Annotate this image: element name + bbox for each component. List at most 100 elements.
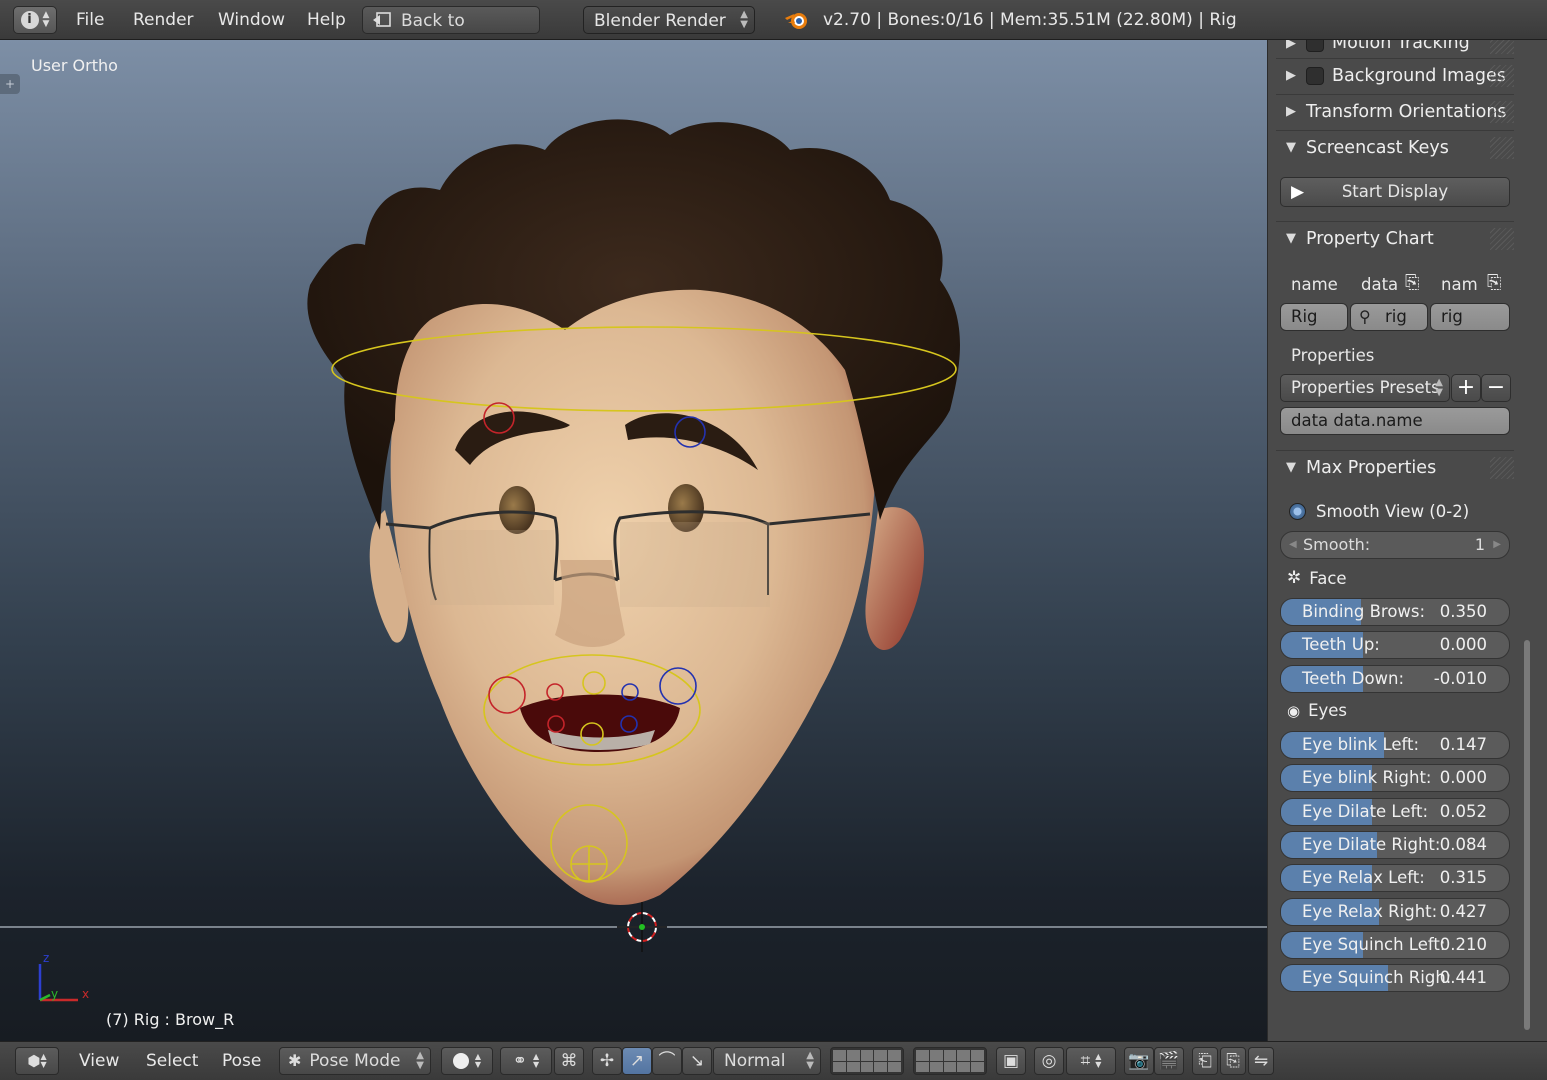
- eyes-group-header: ◉ Eyes: [1287, 701, 1347, 720]
- mode-select[interactable]: ✱ Pose Mode ▲ ▼: [279, 1047, 431, 1075]
- smooth-view-label: Smooth View (0-2): [1316, 502, 1470, 521]
- slider-label: Binding Brows:: [1302, 602, 1426, 621]
- transform-orientation-select[interactable]: Normal ▲ ▼: [713, 1047, 821, 1075]
- 3d-viewport[interactable]: z y x + User Ortho (7) Rig : Brow_R: [0, 40, 1267, 1041]
- layer-buttons-group-b[interactable]: [913, 1047, 987, 1075]
- updown-arrows-icon: ▲ ▼: [1435, 377, 1443, 398]
- eye-slider[interactable]: Eye Squinch Righ: 0.441: [1280, 964, 1510, 993]
- panel-property-chart[interactable]: ▼ Property Chart: [1276, 221, 1514, 255]
- chart-field-armature[interactable]: ⚲ rig: [1350, 303, 1428, 331]
- layer-buttons-group-a[interactable]: [830, 1047, 904, 1075]
- menu-file[interactable]: File: [76, 6, 104, 34]
- start-display-button[interactable]: ▶ Start Display: [1280, 177, 1510, 207]
- eye-icon: ◉: [1287, 701, 1301, 720]
- 3d-cursor-icon[interactable]: [617, 902, 667, 952]
- collapse-arrow-icon: ▼: [1286, 231, 1296, 246]
- drag-grip-icon[interactable]: [1490, 40, 1514, 54]
- face-slider[interactable]: Teeth Up: 0.000: [1280, 631, 1510, 660]
- right-ear: [865, 507, 924, 651]
- properties-presets-select[interactable]: Properties Presets ▲ ▼: [1280, 374, 1450, 402]
- rotate-manipulator-button[interactable]: ↗: [622, 1047, 652, 1075]
- paste-pose-button[interactable]: ⎘: [1220, 1047, 1246, 1075]
- menu-help[interactable]: Help: [307, 6, 346, 34]
- menu-window[interactable]: Window: [218, 6, 285, 34]
- scale-manipulator-button[interactable]: ⌒: [652, 1047, 682, 1075]
- menu-render[interactable]: Render: [133, 6, 194, 34]
- properties-region[interactable]: ▶ Motion Tracking ▶ Background Images ▶ …: [1267, 40, 1547, 1041]
- background-images-checkbox[interactable]: [1306, 66, 1324, 85]
- drag-grip-icon[interactable]: [1490, 137, 1514, 159]
- menu-pose[interactable]: Pose: [222, 1047, 261, 1075]
- scene-render[interactable]: z y x: [0, 40, 1267, 1041]
- render-button[interactable]: 📷: [1124, 1047, 1154, 1075]
- camera-icon: 📷: [1128, 1051, 1150, 1071]
- paste-icon[interactable]: ⎘: [1487, 272, 1501, 293]
- paste-flipped-pose-button[interactable]: ⇋: [1248, 1047, 1274, 1075]
- panel-scrollbar[interactable]: [1524, 640, 1530, 1030]
- eye-slider[interactable]: Eye Relax Right: 0.427: [1280, 897, 1510, 926]
- add-preset-button[interactable]: +: [1451, 374, 1481, 402]
- slider-value: 0.315: [1439, 868, 1487, 888]
- pivot-point-select[interactable]: ⚭ ▲ ▼: [500, 1047, 552, 1075]
- panel-motion-tracking[interactable]: ▶ Motion Tracking: [1276, 40, 1514, 60]
- pin-manipulator-button[interactable]: ↘: [682, 1047, 712, 1075]
- viewport-shading-select[interactable]: ▲ ▼: [441, 1047, 493, 1075]
- decrement-arrow-icon[interactable]: ◀: [1289, 532, 1297, 558]
- arrow-icon: ↗: [629, 1051, 645, 1071]
- render-animation-button[interactable]: 🎬: [1154, 1047, 1184, 1075]
- smooth-view-radio[interactable]: Smooth View (0-2): [1289, 502, 1469, 521]
- increment-arrow-icon[interactable]: ▶: [1493, 532, 1501, 558]
- chart-field-name[interactable]: rig: [1430, 303, 1510, 331]
- snap-element-select[interactable]: ⌗ ▲ ▼: [1066, 1047, 1116, 1075]
- chart-field-rig[interactable]: Rig: [1280, 303, 1348, 331]
- toolshelf-toggle-icon[interactable]: +: [0, 74, 20, 94]
- eye-slider[interactable]: Eye blink Right: 0.000: [1280, 764, 1510, 793]
- updown-arrows-icon: ▲ ▼: [40, 1052, 47, 1069]
- menu-select[interactable]: Select: [146, 1047, 198, 1075]
- data-path-field[interactable]: data data.name: [1280, 407, 1510, 435]
- paste-icon[interactable]: ⎘: [1405, 272, 1419, 293]
- slider-label: Eye blink Left:: [1302, 735, 1420, 754]
- motion-tracking-label: Motion Tracking: [1332, 40, 1470, 53]
- face-slider[interactable]: Binding Brows: 0.350: [1280, 598, 1510, 626]
- drag-grip-icon[interactable]: [1490, 101, 1514, 123]
- eye-slider[interactable]: Eye Dilate Left: 0.052: [1280, 797, 1510, 826]
- proportional-edit-button[interactable]: ◎: [1034, 1047, 1064, 1075]
- panel-max-properties[interactable]: ▼ Max Properties: [1276, 450, 1514, 484]
- menu-view[interactable]: View: [79, 1047, 119, 1075]
- translate-manipulator-button[interactable]: ✢: [592, 1047, 622, 1075]
- eye-slider[interactable]: Eye blink Left: 0.147: [1280, 731, 1510, 759]
- view-name: User Ortho: [31, 56, 118, 75]
- drag-grip-icon[interactable]: [1490, 228, 1514, 250]
- copy-pose-button[interactable]: ⎗: [1192, 1047, 1218, 1075]
- eye-slider[interactable]: Eye Relax Left: 0.315: [1280, 864, 1510, 893]
- editor-type-button[interactable]: i ▲ ▼: [13, 6, 57, 34]
- eye-slider[interactable]: Eye Squinch Left: 0.210: [1280, 930, 1510, 959]
- face-slider[interactable]: Teeth Down: -0.010: [1280, 664, 1510, 693]
- panel-background-images[interactable]: ▶ Background Images: [1276, 58, 1514, 92]
- drag-grip-icon[interactable]: [1490, 65, 1514, 87]
- properties-presets-label: Properties Presets: [1291, 378, 1440, 397]
- editor-type-button[interactable]: ⬢ ▲ ▼: [15, 1047, 59, 1075]
- axis-label-x: x: [82, 987, 89, 1001]
- eye-slider[interactable]: Eye Dilate Right: 0.084: [1280, 830, 1510, 859]
- updown-arrows-icon: ▲ ▼: [416, 1050, 424, 1071]
- mode-label: Pose Mode: [309, 1051, 401, 1071]
- slider-value: 0.147: [1439, 735, 1487, 754]
- 3d-view-icon: ⬢: [27, 1052, 41, 1070]
- back-icon: [373, 12, 391, 27]
- manipulator-toggle[interactable]: ⌘: [554, 1047, 584, 1075]
- render-engine-select[interactable]: Blender Render ▲ ▼: [583, 6, 755, 34]
- remove-preset-button[interactable]: −: [1481, 374, 1511, 402]
- back-to-previous-button[interactable]: Back to Previous: [362, 6, 540, 59]
- lock-layers-button[interactable]: ▣: [996, 1047, 1026, 1075]
- smooth-number-field[interactable]: ◀ Smooth: 1 ▶: [1280, 531, 1510, 559]
- collapse-arrow-icon: ▼: [1286, 140, 1296, 155]
- drag-grip-icon[interactable]: [1490, 457, 1514, 479]
- motion-tracking-checkbox[interactable]: [1306, 40, 1324, 52]
- slider-value: 0.000: [1439, 768, 1487, 788]
- expand-arrow-icon: ▶: [1286, 40, 1296, 51]
- panel-transform-orientations[interactable]: ▶ Transform Orientations: [1276, 94, 1514, 128]
- panel-screencast-keys[interactable]: ▼ Screencast Keys: [1276, 130, 1514, 164]
- pose-mode-icon: ✱: [288, 1051, 302, 1070]
